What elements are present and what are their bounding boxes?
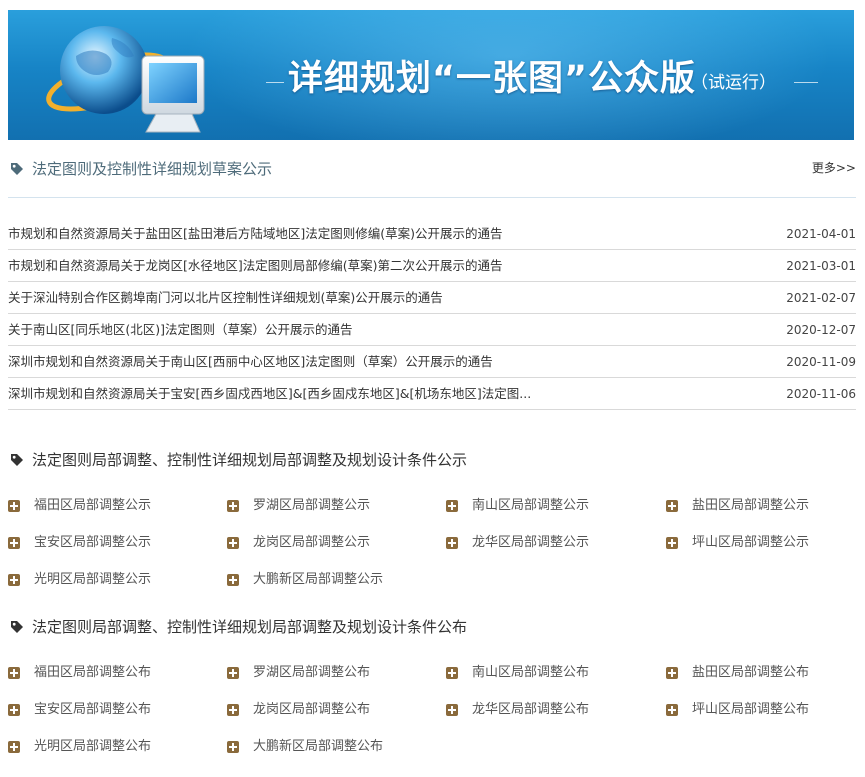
district-link[interactable]: 光明区局部调整公示 [8, 570, 208, 590]
notice-date: 2021-02-07 [786, 291, 856, 305]
plus-square-icon [227, 667, 239, 679]
section-adjustment-release-header: 法定图则局部调整、控制性详细规划局部调整及规划设计条件公布 [8, 614, 856, 642]
plus-square-icon [8, 574, 20, 586]
notice-row[interactable]: 深圳市规划和自然资源局关于宝安[西乡固戍西地区]&[西乡固戍东地区]&[机场东地… [8, 378, 856, 410]
more-link[interactable]: 更多>> [812, 159, 856, 176]
section-draft-publicity-header: 法定图则及控制性详细规划草案公示 更多>> [8, 155, 856, 185]
section-divider [8, 197, 856, 198]
district-release-grid: 福田区局部调整公布 罗湖区局部调整公布 南山区局部调整公布 盐田区局部调整公布 … [8, 663, 856, 763]
district-link[interactable]: 盐田区局部调整公布 [666, 663, 856, 683]
district-link[interactable]: 盐田区局部调整公示 [666, 496, 856, 516]
district-link[interactable]: 南山区局部调整公示 [446, 496, 646, 516]
notice-row[interactable]: 市规划和自然资源局关于龙岗区[水径地区]法定图则局部修编(草案)第二次公开展示的… [8, 250, 856, 282]
district-link[interactable]: 宝安区局部调整公示 [8, 533, 208, 553]
district-link[interactable]: 大鹏新区局部调整公示 [227, 570, 427, 590]
notice-row[interactable]: 关于深汕特别合作区鹅埠南门河以北片区控制性详细规划(草案)公开展示的通告 202… [8, 282, 856, 314]
notice-row[interactable]: 关于南山区[同乐地区(北区)]法定图则（草案）公开展示的通告 2020-12-0… [8, 314, 856, 346]
notice-title-link[interactable]: 关于深汕特别合作区鹅埠南门河以北片区控制性详细规划(草案)公开展示的通告 [8, 282, 443, 314]
district-link[interactable]: 龙岗区局部调整公示 [227, 533, 427, 553]
globe-monitor-icon [46, 26, 205, 133]
district-link[interactable]: 龙岗区局部调整公布 [227, 700, 427, 720]
district-link[interactable]: 龙华区局部调整公布 [446, 700, 646, 720]
section-title: 法定图则局部调整、控制性详细规划局部调整及规划设计条件公布 [32, 618, 468, 636]
notice-row[interactable]: 市规划和自然资源局关于盐田区[盐田港后方陆域地区]法定图则修编(草案)公开展示的… [8, 218, 856, 250]
plus-square-icon [666, 667, 678, 679]
plus-square-icon [8, 704, 20, 716]
notice-title-link[interactable]: 关于南山区[同乐地区(北区)]法定图则（草案）公开展示的通告 [8, 314, 353, 346]
district-link[interactable]: 坪山区局部调整公布 [666, 700, 856, 720]
notice-title-link[interactable]: 市规划和自然资源局关于龙岗区[水径地区]法定图则局部修编(草案)第二次公开展示的… [8, 250, 503, 282]
title-left-line [266, 82, 284, 83]
plus-square-icon [666, 704, 678, 716]
notice-date: 2020-11-06 [786, 387, 856, 401]
header-banner: 详细规划“一张图”公众版 （试运行） [8, 10, 854, 140]
notice-date: 2020-12-07 [786, 323, 856, 337]
notice-title-link[interactable]: 深圳市规划和自然资源局关于宝安[西乡固戍西地区]&[西乡固戍东地区]&[机场东地… [8, 378, 531, 410]
district-link[interactable]: 龙华区局部调整公示 [446, 533, 646, 553]
plus-square-icon [8, 500, 20, 512]
tag-icon [11, 454, 23, 466]
plus-square-icon [446, 704, 458, 716]
title-right-line [794, 82, 818, 83]
district-link[interactable]: 福田区局部调整公示 [8, 496, 208, 516]
notice-title-link[interactable]: 深圳市规划和自然资源局关于南山区[西丽中心区地区]法定图则（草案）公开展示的通告 [8, 346, 493, 378]
district-link[interactable]: 宝安区局部调整公布 [8, 700, 208, 720]
district-link[interactable]: 福田区局部调整公布 [8, 663, 208, 683]
plus-square-icon [227, 741, 239, 753]
plus-square-icon [446, 537, 458, 549]
plus-square-icon [227, 537, 239, 549]
banner-subtitle: （试运行） [691, 73, 776, 93]
plus-square-icon [227, 704, 239, 716]
plus-square-icon [666, 500, 678, 512]
district-link[interactable]: 罗湖区局部调整公示 [227, 496, 427, 516]
plus-square-icon [227, 500, 239, 512]
plus-square-icon [446, 667, 458, 679]
plus-square-icon [227, 574, 239, 586]
notice-date: 2021-03-01 [786, 259, 856, 273]
plus-square-icon [446, 500, 458, 512]
district-link[interactable]: 大鹏新区局部调整公布 [227, 737, 427, 757]
district-link[interactable]: 南山区局部调整公布 [446, 663, 646, 683]
district-publicity-grid: 福田区局部调整公示 罗湖区局部调整公示 南山区局部调整公示 盐田区局部调整公示 … [8, 496, 856, 596]
section-title: 法定图则及控制性详细规划草案公示 [32, 160, 273, 178]
notice-list: 市规划和自然资源局关于盐田区[盐田港后方陆域地区]法定图则修编(草案)公开展示的… [8, 218, 856, 410]
tag-icon [11, 621, 23, 633]
plus-square-icon [8, 741, 20, 753]
notice-title-link[interactable]: 市规划和自然资源局关于盐田区[盐田港后方陆域地区]法定图则修编(草案)公开展示的… [8, 218, 503, 250]
district-link[interactable]: 坪山区局部调整公示 [666, 533, 856, 553]
notice-date: 2020-11-09 [786, 355, 856, 369]
section-title: 法定图则局部调整、控制性详细规划局部调整及规划设计条件公示 [32, 451, 468, 469]
plus-square-icon [666, 537, 678, 549]
district-link[interactable]: 光明区局部调整公布 [8, 737, 208, 757]
notice-row[interactable]: 深圳市规划和自然资源局关于南山区[西丽中心区地区]法定图则（草案）公开展示的通告… [8, 346, 856, 378]
tag-icon [11, 163, 23, 175]
plus-square-icon [8, 667, 20, 679]
plus-square-icon [8, 537, 20, 549]
section-adjustment-publicity-header: 法定图则局部调整、控制性详细规划局部调整及规划设计条件公示 [8, 447, 856, 475]
district-link[interactable]: 罗湖区局部调整公布 [227, 663, 427, 683]
banner-title: 详细规划“一张图”公众版 [288, 59, 697, 99]
notice-date: 2021-04-01 [786, 227, 856, 241]
